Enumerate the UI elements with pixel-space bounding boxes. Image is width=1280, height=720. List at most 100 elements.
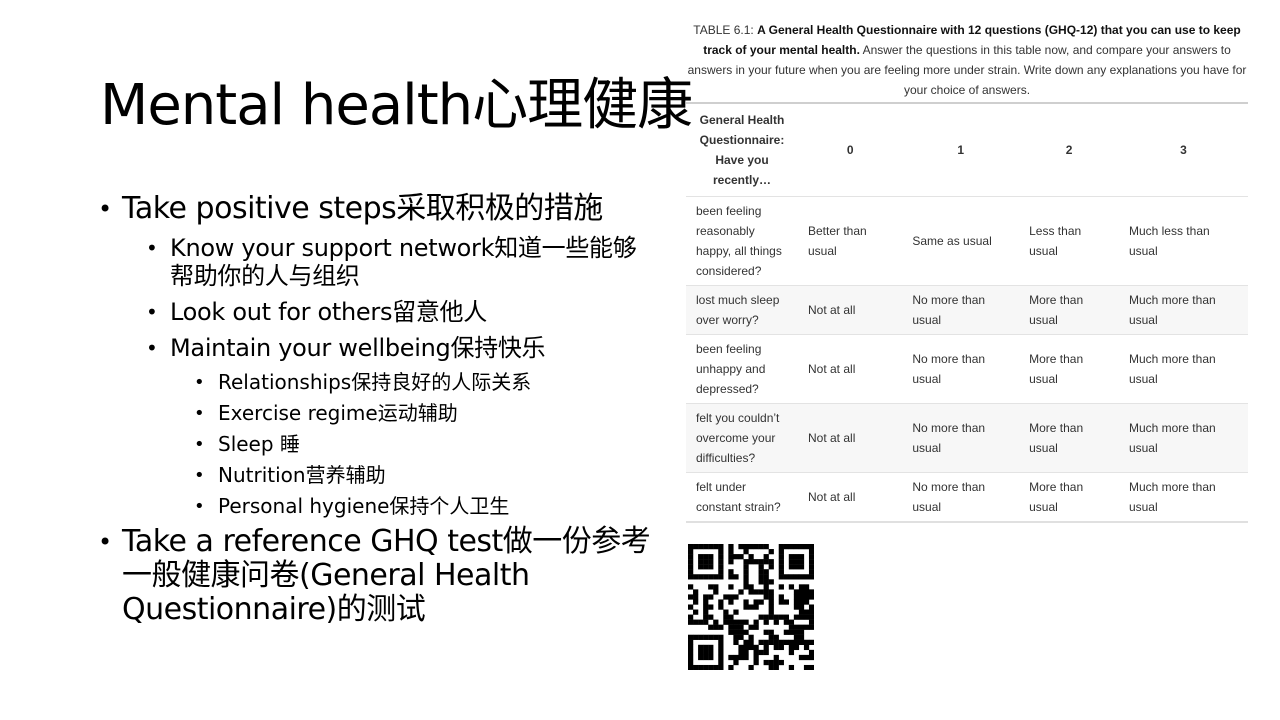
- qr-module: [733, 629, 739, 635]
- qr-module: [718, 554, 724, 560]
- qr-module: [743, 649, 749, 656]
- qr-module: [778, 594, 784, 600]
- answer-cell: Not at all: [808, 431, 856, 445]
- qr-module: [703, 604, 709, 610]
- qr-module: [798, 634, 805, 640]
- qr-module: [693, 544, 699, 550]
- qr-module: [738, 654, 744, 661]
- bullet-look-out-for-others: Look out for others留意他人: [146, 298, 658, 326]
- qr-module: [708, 644, 714, 651]
- qr-module: [708, 554, 714, 560]
- qr-module: [798, 639, 805, 645]
- answer-cell: Not at all: [808, 303, 856, 317]
- qr-module: [723, 594, 729, 600]
- table-row: been feeling reasonably happy, all thing…: [686, 196, 1248, 286]
- qr-module: [763, 589, 769, 595]
- qr-module: [803, 654, 810, 661]
- answer-cell: Less than usual: [1029, 224, 1082, 258]
- qr-module: [708, 614, 714, 620]
- qr-module: [758, 544, 764, 550]
- qr-module: [718, 624, 724, 630]
- qr-module: [728, 614, 734, 620]
- qr-module: [728, 654, 734, 661]
- qr-module: [808, 609, 814, 615]
- qr-module: [793, 599, 800, 605]
- header-score-1: 1: [957, 143, 965, 157]
- qr-module: [688, 569, 694, 575]
- qr-module: [803, 609, 810, 615]
- qr-module: [703, 564, 709, 570]
- qr-module: [803, 639, 810, 645]
- qr-module: [703, 644, 709, 651]
- qr-module: [713, 589, 719, 595]
- answer-cell: Much more than usual: [1128, 293, 1216, 327]
- qr-module: [688, 544, 694, 550]
- qr-module: [758, 649, 764, 656]
- qr-module: [703, 544, 709, 550]
- qr-module: [768, 634, 774, 640]
- bullet-nutrition: Nutrition营养辅助: [194, 463, 658, 488]
- qr-module: [798, 554, 805, 560]
- question-cell: been feeling unhappy and depressed?: [696, 342, 766, 396]
- header-score-3: 3: [1180, 143, 1187, 157]
- table-row: lost much sleep over worry? Not at all N…: [686, 285, 1248, 335]
- qr-module: [768, 549, 774, 555]
- qr-module: [763, 629, 769, 635]
- qr-module: [738, 554, 744, 560]
- qr-module: [763, 559, 769, 565]
- answer-cell: More than usual: [1029, 480, 1084, 514]
- ghq-table: General Health Questionnaire: Have you r…: [686, 102, 1248, 523]
- qr-module: [808, 624, 814, 630]
- qr-module: [718, 559, 724, 565]
- bullet-maintain-wellbeing: Maintain your wellbeing保持快乐: [146, 334, 658, 362]
- qr-module: [688, 574, 694, 580]
- qr-module: [718, 659, 724, 666]
- qr-module: [803, 664, 810, 670]
- qr-module: [778, 639, 784, 645]
- qr-module: [768, 594, 774, 600]
- qr-module: [778, 599, 784, 605]
- qr-module: [748, 604, 754, 610]
- qr-module: [743, 619, 749, 625]
- qr-module: [808, 664, 814, 670]
- qr-module: [768, 579, 774, 585]
- qr-module: [793, 614, 800, 620]
- qr-module: [698, 654, 704, 661]
- qr-module: [733, 624, 739, 630]
- qr-module: [768, 664, 774, 670]
- qr-module: [808, 594, 814, 600]
- qr-module: [743, 629, 749, 635]
- bullet-relationships: Relationships保持良好的人际关系: [194, 370, 658, 395]
- qr-module: [753, 619, 759, 625]
- qr-module: [703, 559, 709, 565]
- qr-module: [718, 569, 724, 575]
- qr-module: [788, 629, 795, 635]
- qr-module: [728, 599, 734, 605]
- qr-module: [748, 589, 754, 595]
- table-caption: TABLE 6.1: A General Health Questionnair…: [686, 20, 1248, 100]
- qr-module: [703, 554, 709, 560]
- qr-module: [768, 609, 774, 615]
- qr-module: [728, 629, 734, 635]
- qr-module: [743, 644, 749, 651]
- qr-module: [768, 639, 774, 645]
- qr-module: [758, 559, 764, 565]
- qr-module: [763, 584, 769, 590]
- qr-module: [753, 604, 759, 610]
- answer-cell: No more than usual: [912, 480, 986, 514]
- qr-module: [718, 634, 724, 640]
- qr-module: [743, 574, 749, 580]
- qr-module: [698, 559, 704, 565]
- qr-module: [728, 584, 734, 590]
- qr-module: [763, 644, 769, 651]
- qr-module: [693, 599, 699, 605]
- qr-module: [803, 594, 810, 600]
- qr-module: [793, 624, 800, 630]
- qr-module: [788, 664, 795, 670]
- qr-module: [693, 574, 699, 580]
- qr-module: [728, 549, 734, 555]
- qr-module: [713, 584, 719, 590]
- qr-module: [718, 549, 724, 555]
- qr-module: [778, 584, 784, 590]
- qr-module: [688, 594, 694, 600]
